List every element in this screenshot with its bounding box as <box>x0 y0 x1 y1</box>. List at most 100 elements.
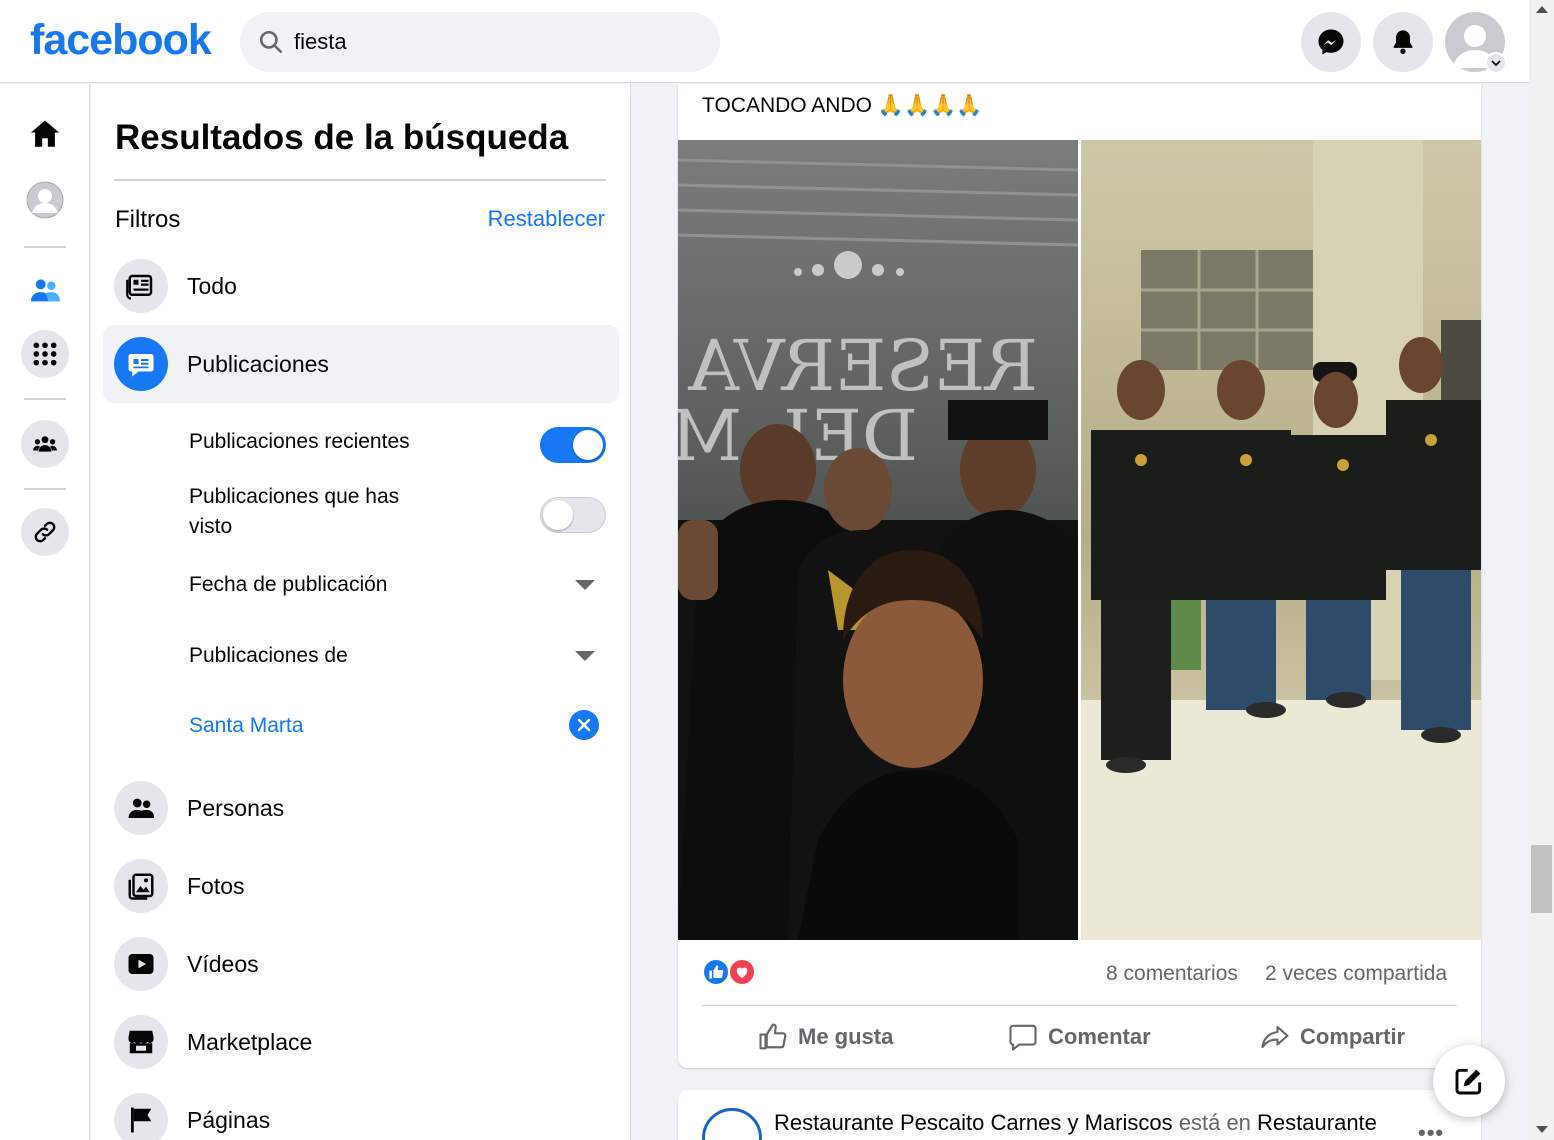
feed-icon <box>114 259 168 313</box>
posts-from-dropdown-caret-icon[interactable] <box>575 651 595 661</box>
search-box[interactable] <box>240 12 720 72</box>
post-connector: está en <box>1178 1110 1251 1135</box>
groups-nav-button[interactable] <box>21 420 69 468</box>
profile-nav-button[interactable] <box>21 176 69 224</box>
link-icon <box>34 521 56 543</box>
filter-personas[interactable]: Personas <box>103 769 619 847</box>
filter-marketplace-label: Marketplace <box>187 1028 313 1055</box>
filter-publicaciones[interactable]: Publicaciones <box>103 325 619 403</box>
clear-location-button[interactable] <box>569 710 599 740</box>
scrollbar-thumb[interactable] <box>1531 845 1552 913</box>
top-navigation-bar: facebook <box>0 0 1529 83</box>
page-title: Resultados de la búsqueda <box>115 118 569 157</box>
search-input[interactable] <box>294 29 674 55</box>
comment-button[interactable]: Comentar <box>1008 1019 1151 1055</box>
post-actions-divider <box>702 1005 1457 1006</box>
post-author-line: Restaurante Pescaito Carnes y Mariscos e… <box>774 1110 1377 1136</box>
date-filter-label[interactable]: Fecha de publicación <box>189 570 387 600</box>
page-avatar[interactable]: ≈ <box>702 1108 762 1140</box>
video-play-icon <box>114 937 168 991</box>
new-message-button[interactable] <box>1433 1045 1505 1117</box>
comment-label: Comentar <box>1048 1024 1151 1049</box>
search-filters-panel: Resultados de la búsqueda Filtros Restab… <box>91 84 631 1140</box>
share-label: Compartir <box>1300 1024 1406 1049</box>
seen-posts-label: Publicaciones que has visto <box>189 482 399 542</box>
filter-fotos-label: Fotos <box>187 872 245 899</box>
date-dropdown-caret-icon[interactable] <box>575 580 595 590</box>
posts-icon <box>114 337 168 391</box>
post-photo-selfie[interactable]: RESERVA DEL MA <box>678 140 1078 940</box>
post-photo-group[interactable] <box>1081 140 1481 940</box>
rail-divider <box>24 398 66 400</box>
rail-divider <box>24 246 66 248</box>
reset-filters-link[interactable]: Restablecer <box>488 206 605 232</box>
thumbs-up-icon <box>759 1023 787 1050</box>
home-icon <box>30 120 60 147</box>
shares-count[interactable]: 2 veces compartida <box>1265 962 1447 986</box>
filter-publicaciones-label: Publicaciones <box>187 350 329 377</box>
groups-icon <box>33 436 57 452</box>
post-stats-bar: 8 comentarios 2 veces compartida <box>702 958 1457 990</box>
like-button[interactable]: Me gusta <box>758 1019 893 1055</box>
location-filter-value[interactable]: Santa Marta <box>189 711 303 741</box>
filter-videos-label: Vídeos <box>187 950 259 977</box>
home-nav-button[interactable] <box>21 110 69 158</box>
filter-videos[interactable]: Vídeos <box>103 925 619 1003</box>
toggle-knob <box>543 500 573 530</box>
link-nav-button[interactable] <box>21 508 69 556</box>
close-icon <box>577 718 591 732</box>
filter-fotos[interactable]: Fotos <box>103 847 619 925</box>
page-scrollbar[interactable] <box>1529 0 1554 1140</box>
like-label: Me gusta <box>798 1024 894 1049</box>
people-icon <box>114 781 168 835</box>
share-button[interactable]: Compartir <box>1260 1019 1405 1055</box>
filter-todo-label: Todo <box>187 272 237 299</box>
share-arrow-icon <box>1261 1025 1289 1049</box>
post-text: TOCANDO ANDO 🙏🙏🙏🙏 <box>702 94 983 117</box>
filter-marketplace[interactable]: Marketplace <box>103 1003 619 1081</box>
posts-from-filter-label[interactable]: Publicaciones de <box>189 641 348 671</box>
facebook-logo[interactable]: facebook <box>30 16 212 65</box>
more-options-button[interactable]: ••• <box>1418 1120 1444 1140</box>
filter-todo[interactable]: Todo <box>103 247 619 325</box>
like-reaction-icon[interactable] <box>702 958 730 986</box>
rail-divider <box>24 488 66 490</box>
comments-count[interactable]: 8 comentarios <box>1106 962 1238 986</box>
post-author-name[interactable]: Restaurante Pescaito Carnes y Mariscos <box>774 1110 1173 1135</box>
friends-nav-button[interactable] <box>21 266 69 314</box>
chevron-down-icon <box>1491 60 1501 67</box>
post-place-name[interactable]: Restaurante <box>1257 1110 1377 1135</box>
account-menu-chevron[interactable] <box>1485 52 1507 74</box>
photos-icon <box>114 859 168 913</box>
filters-heading: Filtros <box>115 206 181 233</box>
filter-paginas-label: Páginas <box>187 1106 271 1133</box>
recent-posts-toggle[interactable] <box>540 427 606 463</box>
grid-menu-icon <box>33 342 57 366</box>
notifications-button[interactable] <box>1373 12 1433 72</box>
search-result-post: TOCANDO ANDO 🙏🙏🙏🙏 RESERVA DEL MA <box>678 84 1481 1068</box>
recent-posts-label: Publicaciones recientes <box>189 430 410 453</box>
messenger-button[interactable] <box>1301 12 1361 72</box>
messenger-icon <box>1318 29 1344 55</box>
title-divider <box>114 179 606 181</box>
seen-posts-label-line2: visto <box>189 515 233 538</box>
scroll-up-arrow-icon[interactable] <box>1536 6 1548 13</box>
left-icon-rail <box>0 84 90 1140</box>
search-icon <box>259 30 283 54</box>
group-standing-image <box>1081 140 1481 940</box>
friends-icon <box>30 279 60 302</box>
seen-posts-label-line1: Publicaciones que has <box>189 485 400 508</box>
group-selfie-image: RESERVA DEL MA <box>678 140 1078 940</box>
menu-nav-button[interactable] <box>21 330 69 378</box>
marketplace-icon <box>114 1015 168 1069</box>
bell-icon <box>1393 30 1413 55</box>
search-result-post: ≈ Restaurante Pescaito Carnes y Mariscos… <box>678 1090 1481 1140</box>
toggle-knob <box>573 430 603 460</box>
love-reaction-icon[interactable] <box>728 958 756 986</box>
compose-edit-icon <box>1455 1068 1482 1095</box>
seen-posts-toggle[interactable] <box>540 497 606 533</box>
scroll-down-arrow-icon[interactable] <box>1536 1126 1548 1133</box>
filter-paginas[interactable]: Páginas <box>103 1081 619 1140</box>
filter-personas-label: Personas <box>187 794 285 821</box>
profile-avatar-icon <box>26 181 64 219</box>
